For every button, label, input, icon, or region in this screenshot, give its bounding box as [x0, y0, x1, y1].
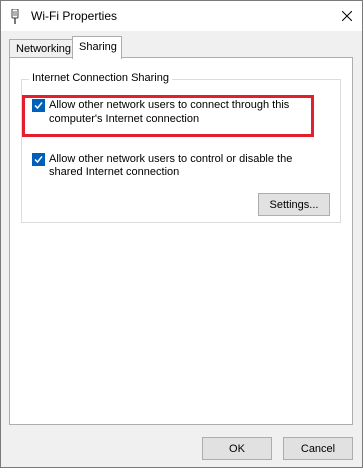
allow-control-label-line1[interactable]: Allow other network users to control or …	[49, 153, 292, 166]
settings-button[interactable]: Settings...	[258, 193, 330, 216]
highlight-box	[22, 95, 314, 137]
checkmark-icon	[34, 156, 43, 164]
close-button[interactable]	[332, 1, 362, 31]
tab-sharing[interactable]: Sharing	[72, 36, 122, 59]
allow-control-label-line2[interactable]: shared Internet connection	[49, 166, 179, 179]
tab-networking[interactable]: Networking	[9, 39, 73, 58]
allow-control-checkbox[interactable]	[32, 153, 45, 166]
title-bar: Wi-Fi Properties	[1, 1, 362, 31]
window-title: Wi-Fi Properties	[31, 9, 118, 23]
group-label: Internet Connection Sharing	[29, 72, 172, 84]
ok-button[interactable]: OK	[202, 437, 272, 460]
wifi-adapter-icon	[11, 9, 19, 24]
close-icon	[342, 11, 352, 21]
cancel-button[interactable]: Cancel	[283, 437, 353, 460]
